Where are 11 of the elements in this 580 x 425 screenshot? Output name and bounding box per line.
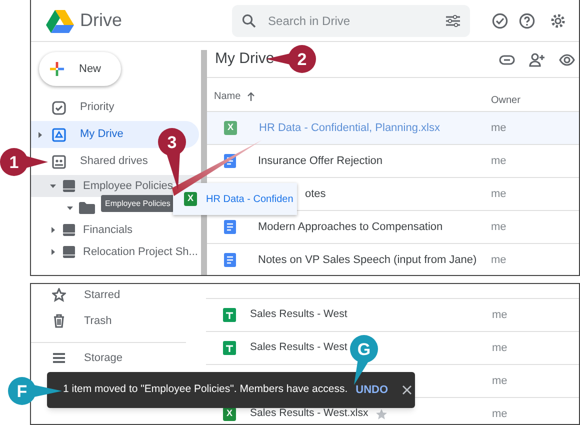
- drag-preview-tooltip: X HR Data - Confiden: [173, 183, 298, 215]
- callout-label: F: [16, 382, 28, 401]
- app-name: Drive: [80, 9, 122, 32]
- spreadsheet-icon: X: [184, 192, 197, 206]
- snackbar-message: 1 item moved to "Employee Policies". Members have access.: [63, 382, 348, 398]
- callout-label: 2: [297, 50, 307, 69]
- callout-label: G: [357, 340, 371, 359]
- callout-label: 1: [9, 153, 19, 172]
- spreadsheet-icon: X: [224, 121, 237, 135]
- spreadsheet-icon: X: [223, 407, 236, 421]
- tooltip: Employee Policies: [101, 195, 174, 212]
